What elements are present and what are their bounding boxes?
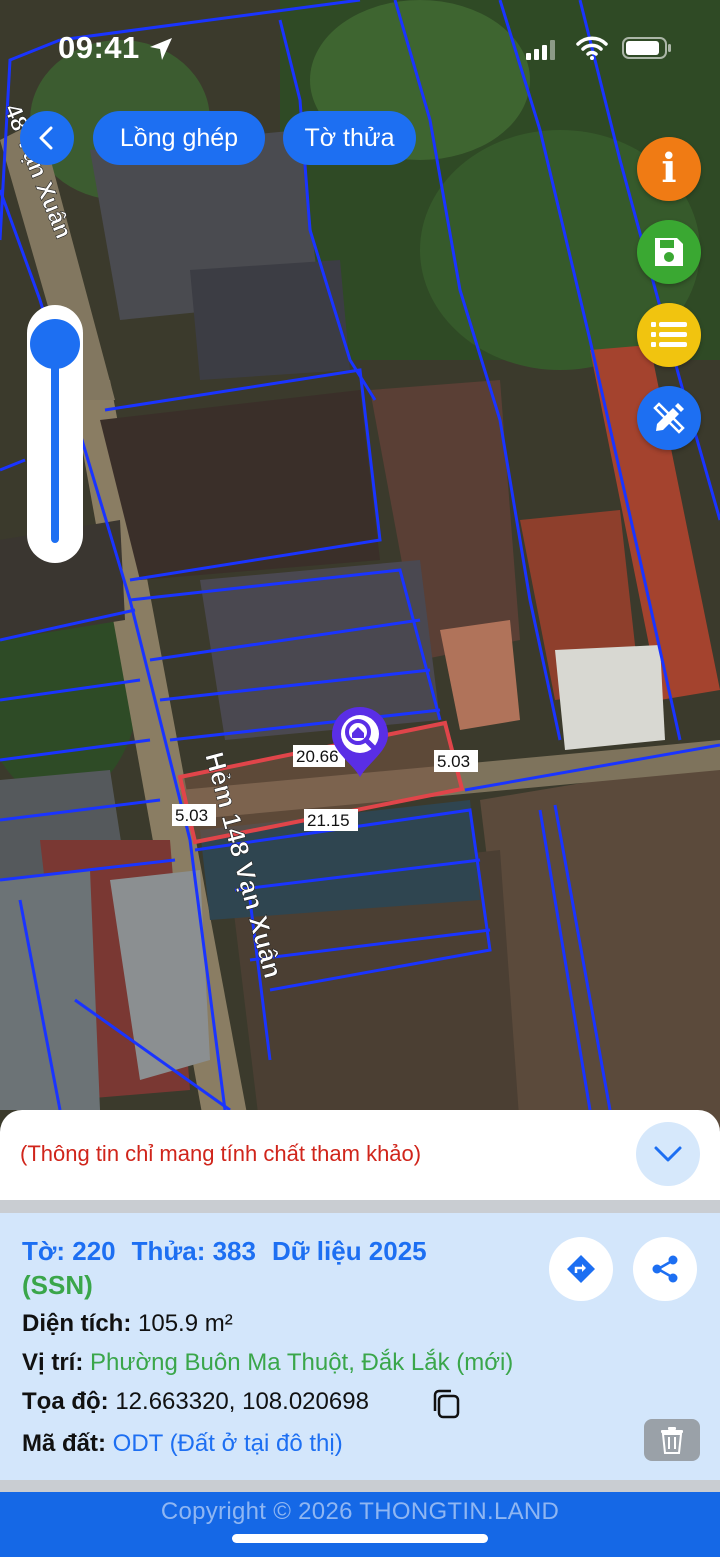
chevron-left-icon bbox=[39, 126, 53, 150]
back-button[interactable] bbox=[20, 111, 74, 165]
list-icon bbox=[651, 322, 687, 347]
street-label-main: Hẻm 148 Vạn Xuân bbox=[199, 749, 288, 981]
parcel-title: Tờ: 220 Thửa: 383 Dữ liệu 2025 bbox=[22, 1236, 443, 1267]
disclaimer-text: (Thông tin chỉ mang tính chất tham khảo) bbox=[20, 1141, 422, 1166]
cellular-signal-icon bbox=[526, 40, 555, 60]
location-arrow-icon bbox=[150, 38, 172, 60]
save-button[interactable] bbox=[637, 220, 701, 284]
info-icon: i bbox=[661, 145, 677, 192]
sheet-parcel-button[interactable]: Tờ thửa bbox=[283, 111, 416, 165]
land-code-label: Mã đất: bbox=[22, 1430, 106, 1457]
area-row: Diện tích: 105.9 m² bbox=[22, 1310, 233, 1338]
measure-button[interactable] bbox=[637, 386, 701, 450]
collapse-button[interactable] bbox=[636, 1122, 700, 1186]
parcel-edge-left: 5.03 bbox=[175, 806, 208, 825]
land-code-value: ODT (Đất ở tại đô thị) bbox=[112, 1430, 343, 1457]
location-label: Vị trí: bbox=[22, 1349, 84, 1376]
info-button[interactable]: i bbox=[637, 137, 701, 201]
satellite-map[interactable]: 48 Vạn Xuân Hẻm 148 Vạn Xuân 20.66 5.03 … bbox=[0, 0, 720, 1130]
footer-divider bbox=[0, 1480, 720, 1492]
data-year: Dữ liệu 2025 bbox=[271, 1236, 427, 1266]
chevron-down-icon bbox=[654, 1146, 682, 1162]
list-button[interactable] bbox=[637, 303, 701, 367]
land-code-row: Mã đất: ODT (Đất ở tại đô thị) bbox=[22, 1430, 343, 1458]
battery-icon bbox=[622, 37, 671, 59]
home-indicator[interactable] bbox=[232, 1534, 488, 1543]
parcel-number: Thửa: 383 bbox=[131, 1236, 256, 1266]
parcel-edge-bottom: 21.15 bbox=[307, 811, 350, 830]
directions-icon bbox=[567, 1255, 595, 1283]
status-time: 09:41 bbox=[58, 30, 140, 65]
location-value: Phường Buôn Ma Thuột, Đắk Lắk (mới) bbox=[90, 1349, 514, 1376]
parcel-marker-icon[interactable] bbox=[330, 705, 390, 779]
share-icon bbox=[652, 1255, 678, 1283]
slider-knob[interactable] bbox=[30, 319, 80, 369]
share-button[interactable] bbox=[633, 1237, 697, 1301]
wifi-icon bbox=[576, 36, 608, 60]
sheet-number: Tờ: 220 bbox=[22, 1236, 116, 1266]
coordinate-value: 12.663320, 108.020698 bbox=[115, 1388, 369, 1415]
opacity-slider[interactable] bbox=[27, 305, 83, 563]
area-label: Diện tích: bbox=[22, 1310, 132, 1337]
parcel-edge-right: 5.03 bbox=[437, 752, 470, 771]
coordinate-row: Tọa độ: 12.663320, 108.020698 bbox=[22, 1388, 369, 1416]
delete-button[interactable] bbox=[644, 1419, 700, 1461]
copy-icon[interactable] bbox=[430, 1388, 462, 1420]
area-value: 105.9 m² bbox=[138, 1310, 233, 1337]
location-row: Vị trí: Phường Buôn Ma Thuột, Đắk Lắk (m… bbox=[22, 1349, 513, 1377]
sheet-divider bbox=[0, 1200, 720, 1214]
coordinate-label: Tọa độ: bbox=[22, 1388, 109, 1415]
directions-button[interactable] bbox=[549, 1237, 613, 1301]
copyright-text: Copyright © 2026 THONGTIN.LAND bbox=[160, 1498, 560, 1525]
status-bar: 09:41 bbox=[0, 0, 720, 90]
overlay-button[interactable]: Lồng ghép bbox=[93, 111, 265, 165]
data-source: (SSN) bbox=[22, 1270, 93, 1300]
floppy-icon bbox=[655, 238, 683, 266]
pen-ruler-icon bbox=[653, 402, 685, 434]
trash-icon bbox=[661, 1427, 683, 1454]
